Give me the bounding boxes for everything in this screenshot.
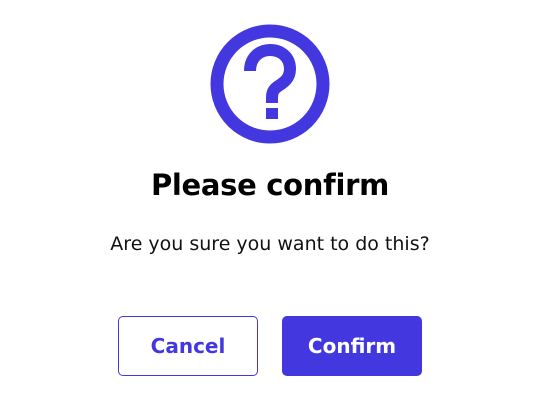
confirm-button[interactable]: Confirm xyxy=(282,316,422,376)
dialog-title: Please confirm xyxy=(150,168,390,202)
cancel-button[interactable]: Cancel xyxy=(118,316,258,376)
dialog-message: Are you sure you want to do this? xyxy=(110,233,430,255)
question-circle-icon xyxy=(210,24,330,144)
confirm-dialog: Please confirm Are you sure you want to … xyxy=(0,0,540,400)
